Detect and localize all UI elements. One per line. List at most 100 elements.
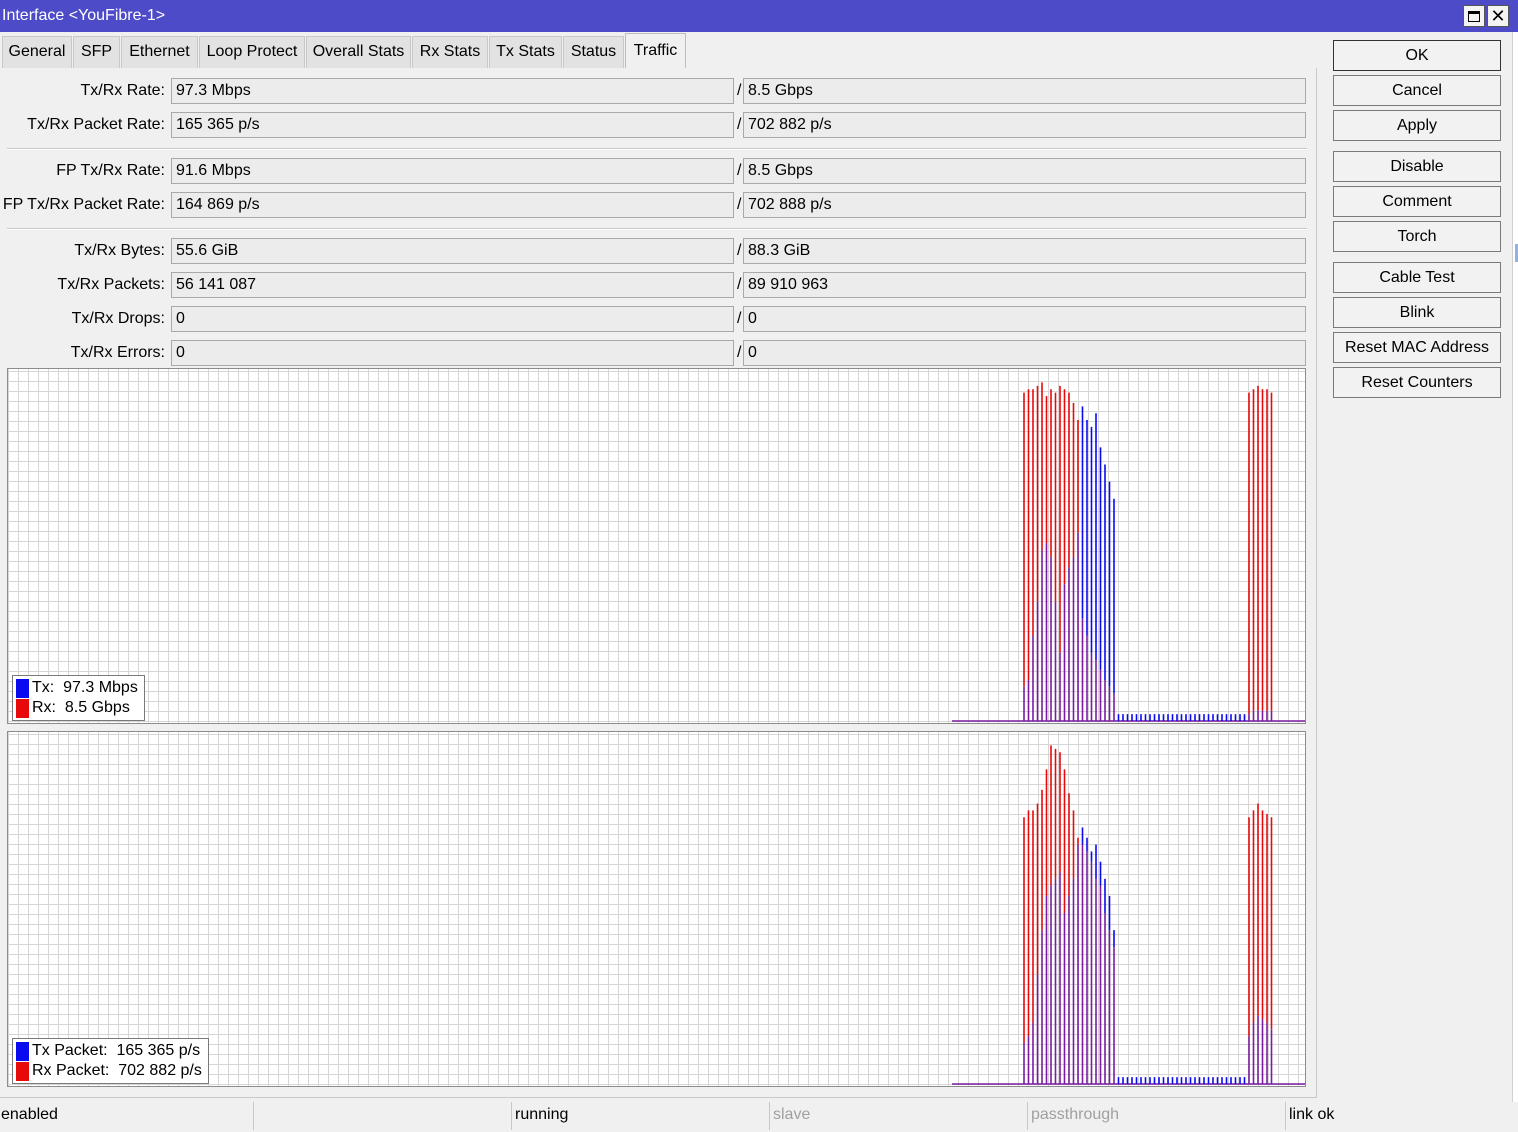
tx-rx-drops-row: Tx/Rx Drops: 0 / 0: [0, 306, 1317, 332]
tx-rate-field[interactable]: 97.3 Mbps: [171, 78, 734, 104]
blink-button[interactable]: Blink: [1333, 297, 1501, 328]
tx-rx-drops-label: Tx/Rx Drops:: [71, 310, 165, 327]
packet-graph-canvas: [8, 732, 1305, 1086]
tab-traffic[interactable]: Traffic: [625, 33, 686, 68]
fp-tx-rx-rate-label: FP Tx/Rx Rate:: [56, 162, 165, 179]
fp-tx-rx-rate-row: FP Tx/Rx Rate: 91.6 Mbps / 8.5 Gbps: [0, 158, 1317, 184]
scroll-edge: [1512, 32, 1518, 1102]
legend-tx-packet: Tx Packet: 165 365 p/s: [16, 1041, 202, 1061]
packets-grid: [8, 732, 1305, 1086]
status-bar: enabled running slave passthrough link o…: [0, 1102, 1518, 1132]
tab-general[interactable]: General: [2, 36, 72, 68]
ok-button[interactable]: OK: [1333, 40, 1501, 71]
tab-sfp[interactable]: SFP: [73, 36, 120, 68]
status-enabled: enabled: [0, 1102, 254, 1130]
rx-rate-field[interactable]: 8.5 Gbps: [743, 78, 1306, 104]
legend-tx: Tx: 97.3 Mbps: [16, 678, 138, 698]
tab-loop-protect[interactable]: Loop Protect: [199, 36, 305, 68]
rx-swatch: [16, 1061, 29, 1081]
legend-tx-label: Tx:: [32, 679, 55, 696]
tx-rx-errors-row: Tx/Rx Errors: 0 / 0: [0, 340, 1317, 366]
tx-errors-field[interactable]: 0: [171, 340, 734, 366]
comment-button[interactable]: Comment: [1333, 186, 1501, 217]
status-passthrough: passthrough: [1030, 1102, 1286, 1130]
divider: [7, 228, 1307, 230]
packet-legend: Tx Packet: 165 365 p/s Rx Packet: 702 88…: [12, 1038, 209, 1084]
reset-counters-button[interactable]: Reset Counters: [1333, 367, 1501, 398]
legend-rx: Rx: 8.5 Gbps: [16, 698, 138, 718]
legend-tx-packet-label: Tx Packet:: [32, 1042, 108, 1059]
separator: /: [737, 242, 742, 259]
tx-rx-rate-label: Tx/Rx Rate:: [80, 82, 165, 99]
traffic-graph-canvas: [8, 369, 1305, 723]
divider: [7, 148, 1307, 150]
tab-tx-stats[interactable]: Tx Stats: [489, 36, 562, 68]
legend-rx-packet-value: 702 882 p/s: [118, 1062, 202, 1079]
tx-swatch: [16, 1041, 29, 1061]
tx-rx-packets-label: Tx/Rx Packets:: [57, 276, 165, 293]
separator: /: [737, 344, 742, 361]
torch-button[interactable]: Torch: [1333, 221, 1501, 252]
fp-tx-rx-packet-rate-row: FP Tx/Rx Packet Rate: 164 869 p/s / 702 …: [0, 192, 1317, 218]
tab-status[interactable]: Status: [563, 36, 624, 68]
rx-drops-field[interactable]: 0: [743, 306, 1306, 332]
tab-ethernet[interactable]: Ethernet: [121, 36, 198, 68]
separator: /: [737, 310, 742, 327]
tab-overall-stats[interactable]: Overall Stats: [306, 36, 411, 68]
separator: /: [737, 82, 742, 99]
fp-tx-packet-rate-field[interactable]: 164 869 p/s: [171, 192, 734, 218]
rx-bytes-field[interactable]: 88.3 GiB: [743, 238, 1306, 264]
window-title: Interface <YouFibre-1>: [2, 7, 166, 24]
tx-rx-packets-row: Tx/Rx Packets: 56 141 087 / 89 910 963: [0, 272, 1317, 298]
legend-rx-value: 8.5 Gbps: [64, 699, 130, 716]
tx-rx-bytes-label: Tx/Rx Bytes:: [74, 242, 165, 259]
packet-graph: Tx Packet: 165 365 p/s Rx Packet: 702 88…: [7, 731, 1306, 1087]
tx-bytes-field[interactable]: 55.6 GiB: [171, 238, 734, 264]
tx-rx-bytes-row: Tx/Rx Bytes: 55.6 GiB / 88.3 GiB: [0, 238, 1317, 264]
status-running: running: [514, 1102, 770, 1130]
status-link: link ok: [1289, 1106, 1335, 1123]
disable-button[interactable]: Disable: [1333, 151, 1501, 182]
legend-rx-packet: Rx Packet: 702 882 p/s: [16, 1061, 202, 1081]
tx-drops-field[interactable]: 0: [171, 306, 734, 332]
fp-rx-rate-field[interactable]: 8.5 Gbps: [743, 158, 1306, 184]
rx-packet-rate-field[interactable]: 702 882 p/s: [743, 112, 1306, 138]
status-slave: slave: [772, 1102, 1028, 1130]
cable-test-button[interactable]: Cable Test: [1333, 262, 1501, 293]
title-bar: Interface <YouFibre-1> ✕: [0, 0, 1518, 32]
maximize-button[interactable]: [1463, 5, 1485, 27]
tx-swatch: [16, 678, 29, 698]
traffic-panel: Tx/Rx Rate: 97.3 Mbps / 8.5 Gbps Tx/Rx P…: [0, 68, 1317, 1098]
rx-errors-field[interactable]: 0: [743, 340, 1306, 366]
tx-packets-field[interactable]: 56 141 087: [171, 272, 734, 298]
traffic-grid: [8, 369, 1305, 723]
tab-rx-stats[interactable]: Rx Stats: [412, 36, 488, 68]
close-button[interactable]: ✕: [1487, 5, 1509, 27]
separator: /: [737, 276, 742, 293]
rx-packets-field[interactable]: 89 910 963: [743, 272, 1306, 298]
legend-rx-packet-label: Rx Packet:: [32, 1062, 110, 1079]
maximize-icon: [1468, 10, 1480, 22]
legend-rx-label: Rx:: [32, 699, 56, 716]
traffic-legend: Tx: 97.3 Mbps Rx: 8.5 Gbps: [12, 675, 145, 721]
fp-tx-rx-packet-rate-label: FP Tx/Rx Packet Rate:: [2, 196, 165, 213]
apply-button[interactable]: Apply: [1333, 110, 1501, 141]
tx-rx-errors-label: Tx/Rx Errors:: [70, 344, 165, 361]
separator: /: [737, 162, 742, 179]
separator: /: [737, 196, 742, 213]
fp-tx-rate-field[interactable]: 91.6 Mbps: [171, 158, 734, 184]
reset-mac-address-button[interactable]: Reset MAC Address: [1333, 332, 1501, 363]
tx-packet-rate-field[interactable]: 165 365 p/s: [171, 112, 734, 138]
tx-rx-packet-rate-label: Tx/Rx Packet Rate:: [27, 116, 165, 133]
separator: /: [737, 116, 742, 133]
status-empty: [256, 1102, 512, 1130]
tx-rx-rate-row: Tx/Rx Rate: 97.3 Mbps / 8.5 Gbps: [0, 78, 1317, 104]
traffic-graph: Tx: 97.3 Mbps Rx: 8.5 Gbps: [7, 368, 1306, 724]
close-icon: ✕: [1490, 6, 1506, 26]
legend-tx-value: 97.3 Mbps: [63, 679, 138, 696]
fp-rx-packet-rate-field[interactable]: 702 888 p/s: [743, 192, 1306, 218]
tx-rx-packet-rate-row: Tx/Rx Packet Rate: 165 365 p/s / 702 882…: [0, 112, 1317, 138]
legend-tx-packet-value: 165 365 p/s: [116, 1042, 201, 1059]
cancel-button[interactable]: Cancel: [1333, 75, 1501, 106]
rx-swatch: [16, 698, 29, 718]
